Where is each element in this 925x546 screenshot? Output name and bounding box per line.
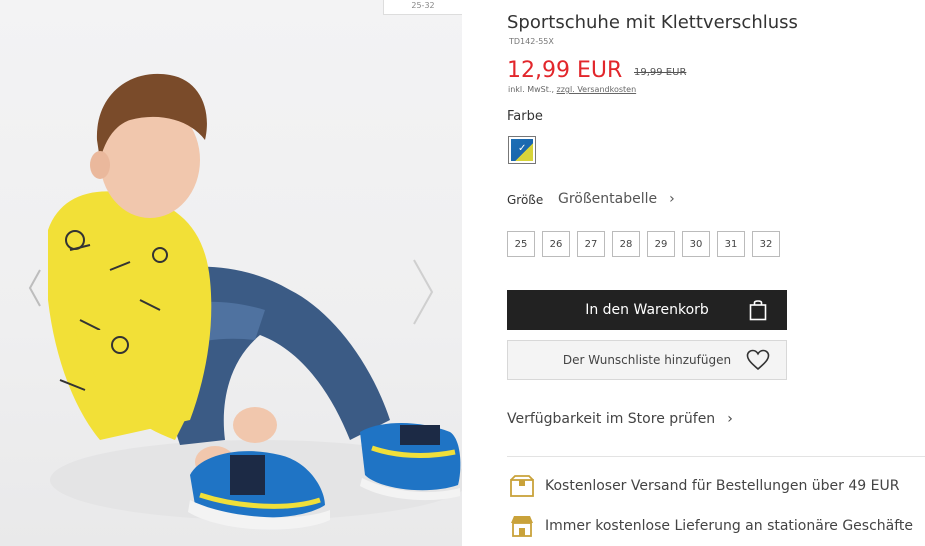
- previous-image-arrow-icon[interactable]: [28, 268, 42, 308]
- chevron-right-icon: ›: [669, 191, 675, 207]
- color-swatch-selected[interactable]: ✓: [508, 136, 536, 164]
- next-image-arrow-icon[interactable]: [410, 258, 436, 326]
- size-option[interactable]: 31: [717, 231, 745, 257]
- free-store-delivery-info: Immer kostenlose Lieferung an stationäre…: [507, 514, 913, 538]
- size-option[interactable]: 30: [682, 231, 710, 257]
- check-store-availability-link[interactable]: Verfügbarkeit im Store prüfen ›: [507, 411, 733, 427]
- old-price: 19,99 EUR: [634, 67, 687, 78]
- color-label: Farbe: [507, 109, 543, 124]
- size-option[interactable]: 32: [752, 231, 780, 257]
- size-option[interactable]: 25: [507, 231, 535, 257]
- size-option[interactable]: 28: [612, 231, 640, 257]
- add-to-cart-button[interactable]: In den Warenkorb: [507, 290, 787, 330]
- size-option[interactable]: 27: [577, 231, 605, 257]
- tax-info: inkl. MwSt., zzgl. Versandkosten: [508, 85, 636, 94]
- wishlist-label: Der Wunschliste hinzufügen: [562, 353, 732, 367]
- tax-text: inkl. MwSt.,: [508, 85, 554, 94]
- size-label: Größe: [507, 193, 544, 207]
- product-title: Sportschuhe mit Klettverschluss: [507, 12, 798, 33]
- size-options: 25 26 27 28 29 30 31 32: [507, 231, 780, 257]
- store-icon: [511, 516, 533, 537]
- size-option[interactable]: 29: [647, 231, 675, 257]
- current-price: 12,99 EUR: [507, 58, 623, 83]
- check-icon: ✓: [518, 143, 527, 154]
- size-range-tag: 25-32: [383, 0, 462, 15]
- heart-icon: [746, 349, 770, 371]
- size-chart-label: Größentabelle: [558, 191, 658, 207]
- free-shipping-info: Kostenloser Versand für Bestellungen übe…: [507, 474, 899, 498]
- divider: [507, 456, 925, 457]
- box-icon: [510, 475, 534, 497]
- size-option[interactable]: 26: [542, 231, 570, 257]
- chevron-right-icon: ›: [727, 411, 733, 427]
- free-store-delivery-text: Immer kostenlose Lieferung an stationäre…: [545, 518, 914, 534]
- product-image[interactable]: 25-32: [0, 0, 462, 546]
- product-sku: TD142-55X: [509, 37, 554, 46]
- product-details-panel: Sportschuhe mit Klettverschluss TD142-55…: [462, 0, 925, 546]
- product-photo-illustration: [48, 73, 462, 530]
- add-to-wishlist-button[interactable]: Der Wunschliste hinzufügen: [507, 340, 787, 380]
- shipping-costs-link[interactable]: zzgl. Versandkosten: [557, 85, 637, 94]
- add-to-cart-label: In den Warenkorb: [585, 302, 709, 318]
- size-chart-link[interactable]: Größentabelle ›: [558, 191, 675, 207]
- store-availability-label: Verfügbarkeit im Store prüfen: [507, 411, 716, 427]
- free-shipping-text: Kostenloser Versand für Bestellungen übe…: [545, 478, 900, 494]
- shopping-bag-icon: [749, 300, 767, 321]
